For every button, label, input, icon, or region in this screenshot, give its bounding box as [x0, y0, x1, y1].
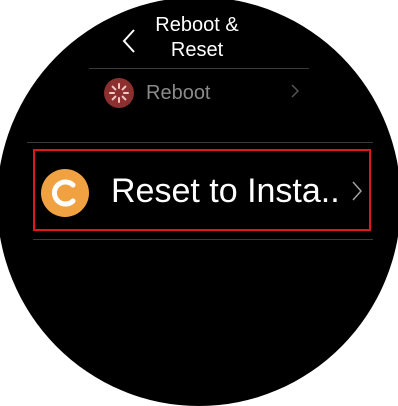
reset-c-icon: [41, 169, 89, 217]
menu-item-reset-to-install[interactable]: Reset to Insta..: [33, 149, 371, 231]
menu-item-label: Reboot: [146, 82, 211, 104]
header: Reboot & Reset: [0, 0, 395, 67]
chevron-right-icon: [352, 181, 363, 201]
chevron-right-icon: [291, 84, 299, 98]
header-divider: [89, 68, 309, 69]
chevron-left-icon: [122, 29, 135, 53]
watch-screen: Reboot & Reset Reboot Reset to Insta..: [0, 0, 398, 406]
row-divider: [27, 142, 373, 143]
menu-item-label: Reset to Insta..: [111, 172, 340, 210]
back-button[interactable]: [115, 25, 143, 57]
row-divider: [33, 239, 373, 240]
menu-item-reboot[interactable]: Reboot: [101, 75, 311, 111]
page-title: Reboot & Reset: [155, 14, 239, 61]
reboot-spinner-icon: [104, 78, 134, 108]
